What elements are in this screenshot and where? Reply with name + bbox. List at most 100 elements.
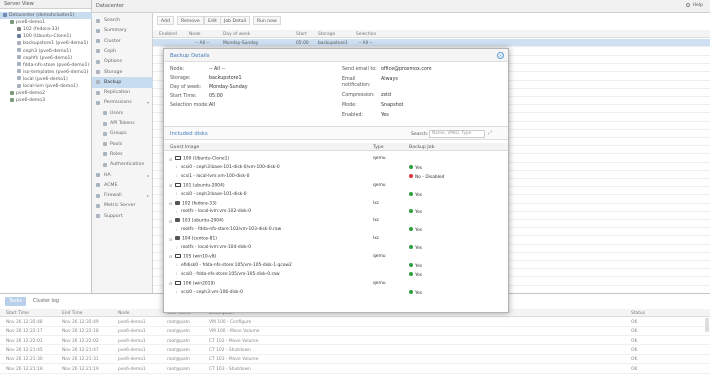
- disk-row[interactable]: └ rootfs - local-lvm:vm-102-disk-0 Yes: [164, 207, 508, 216]
- col-selection[interactable]: Selection: [356, 32, 376, 37]
- monitor-icon: [175, 253, 181, 258]
- group-icon: [103, 131, 107, 136]
- guest-row[interactable]: ⊟ 100 (Ubuntu-Clone1) qemu: [164, 154, 508, 163]
- backup-details-dialog: Backup Details ✕ Node: -- All -- Storage: b…: [163, 48, 509, 313]
- log-row[interactable]: Nov 26 12:21:45 Nov 26 12:21:47 pve6-demo1…: [0, 346, 710, 355]
- tree-item[interactable]: pve6-demo3: [0, 97, 92, 104]
- collapse-icon[interactable]: ⊟: [169, 183, 172, 188]
- guest-row[interactable]: ⊟ 106 (win2019) qemu: [164, 279, 508, 288]
- help-button[interactable]: Help: [683, 2, 706, 10]
- pool-icon: [103, 142, 107, 147]
- col-day[interactable]: Day of week: [223, 32, 250, 37]
- col-status[interactable]: Status: [631, 311, 645, 316]
- check-icon: [409, 289, 413, 294]
- job-detail-button[interactable]: Job Detail: [220, 16, 251, 25]
- tree-item[interactable]: cephfs (pve6-demo1): [0, 55, 92, 62]
- disk-row[interactable]: └ efidisk0 - fdda-nfs-store:105/vm-105-di…: [164, 261, 508, 270]
- check-icon: [409, 191, 413, 196]
- collapse-icon[interactable]: ⊟: [169, 254, 172, 259]
- log-row[interactable]: Nov 26 12:21:30 Nov 26 12:21:31 pve6-demo1…: [0, 356, 710, 365]
- guest-row[interactable]: ⊟ 102 (fedora-33) lxc: [164, 199, 508, 208]
- log-desc: CT 102 - Shutdown: [209, 347, 251, 353]
- collapse-icon[interactable]: ⊟: [169, 237, 172, 242]
- disk-row[interactable]: └ scsi0 - ceph3:vm-106-disk-0 Yes: [164, 288, 508, 297]
- role-icon: [103, 152, 107, 157]
- disk-row[interactable]: └ scsi0 - fdda-nfs-store:105/vm-105-disk-…: [164, 270, 508, 279]
- col-type[interactable]: Type: [373, 145, 384, 150]
- collapse-icon[interactable]: ⊟: [169, 157, 172, 162]
- tree-item[interactable]: local (pve6-demo1): [0, 76, 92, 83]
- tree-item[interactable]: iso-templates (pve6-demo1): [0, 69, 92, 76]
- col-guest-image[interactable]: Guest Image: [170, 145, 199, 150]
- log-row[interactable]: Nov 26 12:22:01 Nov 26 12:22:02 pve6-demo1…: [0, 337, 710, 346]
- col-log-node[interactable]: Node: [118, 311, 129, 316]
- tree-item[interactable]: 102 (fedora-33): [0, 26, 92, 33]
- tab-tasks[interactable]: Tasks: [5, 297, 26, 306]
- log-row[interactable]: Nov 26 12:22:17 Nov 26 12:22:18 pve6-demo1…: [0, 327, 710, 336]
- guest-row[interactable]: ⊟ 103 (ubuntu-2004) lxc: [164, 216, 508, 225]
- disk-row[interactable]: └ scsi1 - local-lvm:vm-100-disk-0 No - Dis…: [164, 172, 508, 181]
- backup-status: Yes: [409, 289, 422, 296]
- nav-item-label: Groups: [110, 131, 127, 137]
- log-row[interactable]: Nov 26 12:35:48 Nov 26 12:35:49 pve6-demo1…: [0, 318, 710, 327]
- guest-row[interactable]: ⊟ 105 (win10-v8) qemu: [164, 252, 508, 261]
- backup-status: Yes: [409, 271, 422, 278]
- tree-item[interactable]: 100 (Ubuntu-Clone1): [0, 33, 92, 40]
- col-start-time[interactable]: Start Time: [6, 311, 29, 316]
- container-icon: [17, 26, 21, 31]
- log-node: pve6-demo1: [118, 366, 146, 372]
- search-input[interactable]: Name, VMID, Type: [429, 129, 485, 138]
- expand-collapse-icon[interactable]: ⤢: [488, 130, 492, 136]
- log-status: OK: [631, 338, 638, 344]
- log-status: OK: [631, 329, 638, 335]
- col-storage[interactable]: Storage: [318, 32, 335, 37]
- tree-item[interactable]: Datacenter (demohcluster1): [0, 12, 92, 19]
- remove-button[interactable]: Remove: [177, 16, 204, 25]
- backup-status-label: Yes: [415, 192, 423, 198]
- disk-row[interactable]: └ rootfs - local-lvm:vm-104-disk-0 Yes: [164, 243, 508, 252]
- guest-row[interactable]: ⊟ 104 (centos-81) lxc: [164, 234, 508, 243]
- run-now-button[interactable]: Run now: [253, 16, 281, 25]
- tree-item[interactable]: ceph3 (pve6-demo1): [0, 48, 92, 55]
- disks-table-header: Guest Image Type Backup Job: [164, 143, 508, 151]
- backup-status: No - Disabled: [409, 173, 444, 180]
- backup-status-label: Yes: [415, 165, 423, 171]
- cluster-icon: [96, 39, 100, 44]
- container-icon: [175, 236, 180, 241]
- collapse-icon[interactable]: ⊟: [169, 281, 172, 286]
- replication-icon: [96, 90, 100, 95]
- disk-row[interactable]: └ scsi0 - ceph3:base-101-disk-0/vm-100-di…: [164, 163, 508, 172]
- nav-item-label: Storage: [104, 69, 123, 75]
- tree-item[interactable]: fdda-nfs-store (pve6-demo1): [0, 62, 92, 69]
- close-icon[interactable]: ✕: [497, 52, 504, 59]
- guest-type: qemu: [373, 253, 386, 259]
- disk-row[interactable]: └ scsi0 - ceph3:base-101-disk-0 Yes: [164, 190, 508, 199]
- tree-item-label: 100 (Ubuntu-Clone1): [23, 34, 72, 40]
- log-desc: CT 103 - Shutdown: [209, 366, 251, 372]
- col-node[interactable]: Node: [189, 32, 200, 37]
- col-enabled[interactable]: Enabled: [159, 32, 177, 37]
- tree-branch-icon: └: [175, 290, 178, 295]
- log-scrollbar[interactable]: [705, 318, 709, 332]
- cell-selection: -- All --: [358, 40, 373, 46]
- backup-job-row[interactable]: -- All -- Monday-Sunday 05:00 backupstor…: [153, 39, 710, 47]
- nav-item-support[interactable]: Support: [92, 211, 153, 222]
- field-label: Selection mode:: [170, 103, 209, 108]
- disk-label: rootfs - fdda-nfs-store:103/vm-103-disk-…: [181, 227, 282, 233]
- collapse-icon[interactable]: ⊟: [169, 201, 172, 206]
- log-end: Nov 26 12:22:18: [62, 329, 99, 335]
- col-end-time[interactable]: End Time: [62, 311, 82, 316]
- guest-row[interactable]: ⊟ 101 (ubuntu-2004) qemu: [164, 181, 508, 190]
- tree-item[interactable]: pve6-demo1: [0, 19, 92, 26]
- edit-button[interactable]: Edit: [204, 16, 221, 25]
- tab-cluster-log[interactable]: Cluster log: [29, 297, 63, 306]
- tree-item[interactable]: local-lvm (pve6-demo1): [0, 83, 92, 90]
- disk-row[interactable]: └ rootfs - fdda-nfs-store:103/vm-103-disk…: [164, 225, 508, 234]
- log-row[interactable]: Nov 26 12:21:18 Nov 26 12:21:19 pve6-demo1…: [0, 365, 710, 374]
- col-start[interactable]: Start: [296, 32, 307, 37]
- tree-item[interactable]: backupstore1 (pve6-demo1): [0, 40, 92, 47]
- col-backup-job[interactable]: Backup Job: [409, 145, 434, 150]
- collapse-icon[interactable]: ⊟: [169, 219, 172, 224]
- tree-item[interactable]: pve6-demo2: [0, 90, 92, 97]
- add-button[interactable]: Add: [157, 16, 174, 25]
